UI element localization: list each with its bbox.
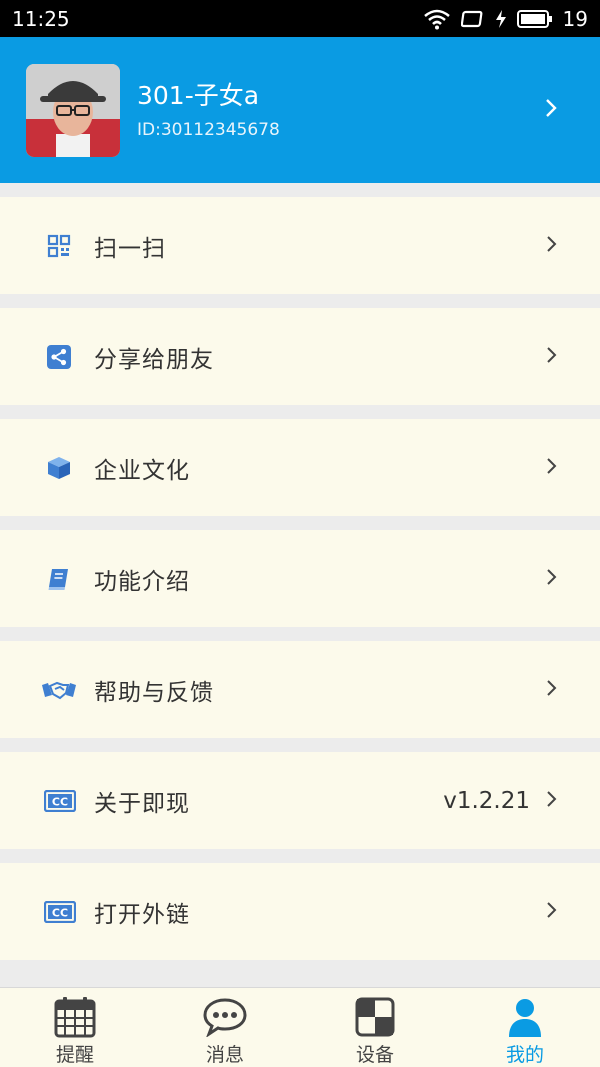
chevron-right-icon bbox=[544, 97, 558, 123]
qr-code-icon bbox=[44, 231, 74, 261]
bottom-tab-bar: 提醒 消息 设备 我的 bbox=[0, 987, 600, 1067]
chevron-right-icon bbox=[546, 789, 558, 813]
chevron-right-icon bbox=[546, 678, 558, 702]
calendar-icon bbox=[54, 996, 96, 1038]
handshake-icon bbox=[40, 675, 78, 705]
menu-item-label: 企业文化 bbox=[94, 457, 190, 484]
menu-item-share[interactable]: 分享给朋友 bbox=[0, 308, 600, 405]
device-grid-icon bbox=[355, 996, 395, 1038]
menu-item-label: 分享给朋友 bbox=[94, 346, 214, 373]
svg-text:CC: CC bbox=[52, 906, 68, 919]
tab-label: 设备 bbox=[355, 1044, 394, 1066]
svg-text:CC: CC bbox=[52, 795, 68, 808]
app-version: v1.2.21 bbox=[443, 787, 530, 814]
menu-list: 扫一扫 分享给朋友 企业文化 功能介绍 帮助与反馈 CC 关于即现 v1.2.2… bbox=[0, 197, 600, 974]
profile-id: ID:30112345678 bbox=[137, 120, 280, 140]
avatar[interactable] bbox=[26, 63, 120, 157]
share-icon bbox=[44, 342, 74, 372]
menu-item-features[interactable]: 功能介绍 bbox=[0, 530, 600, 627]
screen-icon bbox=[460, 9, 485, 29]
battery-level: 19 bbox=[562, 6, 588, 31]
profile-info: 301-子女a ID:30112345678 bbox=[137, 80, 280, 140]
status-time: 11:25 bbox=[12, 6, 70, 31]
tab-devices[interactable]: 设备 bbox=[300, 988, 450, 1067]
chat-bubble-icon bbox=[203, 996, 247, 1038]
chevron-right-icon bbox=[546, 900, 558, 924]
status-icons: 19 bbox=[423, 7, 588, 31]
chevron-right-icon bbox=[546, 456, 558, 480]
status-bar: 11:25 19 bbox=[0, 0, 600, 37]
cc-icon: CC bbox=[44, 786, 76, 816]
tab-label: 消息 bbox=[205, 1044, 244, 1066]
menu-item-label: 打开外链 bbox=[94, 901, 190, 928]
tab-label: 提醒 bbox=[55, 1044, 94, 1066]
wifi-icon bbox=[423, 8, 451, 30]
book-icon bbox=[44, 564, 74, 594]
tab-messages[interactable]: 消息 bbox=[150, 988, 300, 1067]
menu-item-help[interactable]: 帮助与反馈 bbox=[0, 641, 600, 738]
chevron-right-icon bbox=[546, 345, 558, 369]
menu-item-external-link[interactable]: CC 打开外链 bbox=[0, 863, 600, 960]
battery-icon bbox=[516, 9, 553, 29]
menu-item-label: 关于即现 bbox=[94, 790, 190, 817]
cube-icon bbox=[44, 453, 74, 483]
chevron-right-icon bbox=[546, 567, 558, 591]
person-icon bbox=[505, 996, 545, 1038]
charging-icon bbox=[495, 9, 507, 29]
tab-label: 我的 bbox=[505, 1044, 544, 1066]
tab-reminder[interactable]: 提醒 bbox=[0, 988, 150, 1067]
menu-item-label: 扫一扫 bbox=[94, 235, 166, 262]
menu-item-culture[interactable]: 企业文化 bbox=[0, 419, 600, 516]
profile-name: 301-子女a bbox=[137, 81, 260, 110]
cc-icon: CC bbox=[44, 897, 76, 927]
menu-item-label: 帮助与反馈 bbox=[94, 679, 214, 706]
menu-item-label: 功能介绍 bbox=[94, 568, 190, 595]
chevron-right-icon bbox=[546, 234, 558, 258]
tab-mine[interactable]: 我的 bbox=[450, 988, 600, 1067]
profile-header[interactable]: 301-子女a ID:30112345678 bbox=[0, 37, 600, 183]
menu-item-scan[interactable]: 扫一扫 bbox=[0, 197, 600, 294]
menu-item-about[interactable]: CC 关于即现 v1.2.21 bbox=[0, 752, 600, 849]
